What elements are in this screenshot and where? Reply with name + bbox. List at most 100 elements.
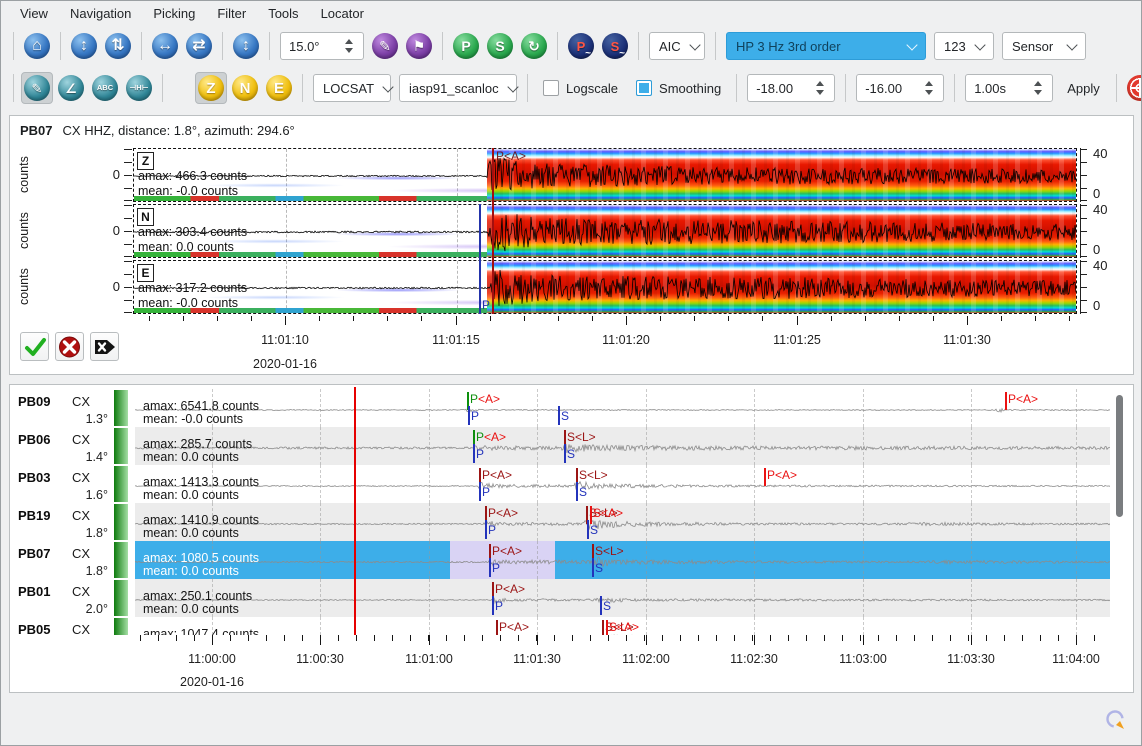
locator-combo[interactable]: LOCSAT bbox=[313, 74, 391, 102]
rotation-spinbox-steppers[interactable] bbox=[340, 39, 358, 53]
zoom-trace-z[interactable]: Zamax: 466.3 countsmean: -0.0 counts bbox=[133, 148, 1077, 202]
auto-pick-marker[interactable] bbox=[602, 620, 604, 635]
auto-pick-marker[interactable] bbox=[764, 468, 766, 486]
component-n-button[interactable]: N bbox=[229, 72, 261, 104]
manual-pick-marker[interactable] bbox=[600, 596, 602, 615]
spin-up-icon[interactable] bbox=[925, 81, 933, 86]
polarity-button[interactable]: ∠ bbox=[55, 72, 87, 104]
manual-pick-marker[interactable] bbox=[489, 558, 491, 577]
time-expand-button[interactable]: ↔ bbox=[149, 30, 181, 62]
spectrum-max-spinbox[interactable]: -16.00 bbox=[856, 74, 944, 102]
station-row-pb01[interactable]: PB01CX2.0°amax: 250.1 countsmean: 0.0 co… bbox=[10, 579, 1127, 617]
station-row-pb07[interactable]: PB07CX1.8°amax: 1080.5 countsmean: 0.0 c… bbox=[10, 541, 1127, 579]
spectrum-max-spinbox-steppers[interactable] bbox=[920, 81, 938, 95]
pick-s-button[interactable]: S bbox=[484, 30, 516, 62]
logscale-checkbox-box[interactable] bbox=[543, 80, 559, 96]
onset-method-combo[interactable]: AIC bbox=[649, 32, 705, 60]
spectrum-min-spinbox-steppers[interactable] bbox=[811, 81, 829, 95]
axis-minor-tick bbox=[896, 635, 897, 641]
station-trace[interactable]: amax: 1410.9 countsmean: 0.0 countsP<A>S… bbox=[135, 503, 1110, 541]
station-row-pb19[interactable]: PB19CX1.8°amax: 1410.9 countsmean: 0.0 c… bbox=[10, 503, 1127, 541]
commit-button[interactable] bbox=[1124, 72, 1142, 104]
picker-window: ViewNavigationPickingFilterToolsLocator … bbox=[0, 0, 1142, 746]
freq-max-label: 40 bbox=[1093, 146, 1107, 161]
station-list-scrollbar[interactable] bbox=[1116, 395, 1123, 517]
station-trace[interactable]: amax: 1413.3 countsmean: 0.0 countsP<A>S… bbox=[135, 465, 1110, 503]
spin-down-icon[interactable] bbox=[1034, 90, 1042, 95]
amplitude-fit-button[interactable]: ⇅ bbox=[102, 30, 134, 62]
flag-tool-button[interactable]: ⚑ bbox=[403, 30, 435, 62]
menu-locator[interactable]: Locator bbox=[310, 3, 375, 24]
menu-filter[interactable]: Filter bbox=[206, 3, 257, 24]
station-trace[interactable]: amax: 285.7 countsmean: 0.0 countsP<A>S<… bbox=[135, 427, 1110, 465]
station-row-pb06[interactable]: PB06CX1.4°amax: 285.7 countsmean: 0.0 co… bbox=[10, 427, 1127, 465]
component-z-button[interactable]: Z bbox=[195, 72, 227, 104]
rotation-spinbox[interactable]: 15.0° bbox=[280, 32, 364, 60]
manual-pick-marker[interactable] bbox=[468, 406, 470, 425]
auto-pick-marker[interactable] bbox=[606, 620, 608, 635]
amplitude-expand-button[interactable]: ↕ bbox=[68, 30, 100, 62]
p-pick-line[interactable] bbox=[479, 204, 481, 314]
p-waveform-button[interactable]: P~ bbox=[565, 30, 597, 62]
time-window-spinbox[interactable]: 1.00s bbox=[965, 74, 1053, 102]
manual-pick-marker[interactable] bbox=[479, 482, 481, 501]
uncertainty-button[interactable]: ⊣H⊢ bbox=[123, 72, 155, 104]
manual-pick-marker[interactable] bbox=[576, 482, 578, 501]
auto-pick-marker[interactable] bbox=[1005, 392, 1007, 410]
station-row-pb09[interactable]: PB09CX1.3°amax: 6541.8 countsmean: -0.0 … bbox=[10, 389, 1127, 427]
filter-combo[interactable]: HP 3 Hz 3rd order bbox=[726, 32, 926, 60]
station-trace[interactable]: amax: 6541.8 countsmean: -0.0 countsP<A>… bbox=[135, 389, 1110, 427]
trace-amax: amax: 1410.9 counts bbox=[143, 513, 259, 527]
spin-up-icon[interactable] bbox=[816, 81, 824, 86]
home-button[interactable]: ⌂ bbox=[21, 30, 53, 62]
axis-major-tick bbox=[754, 635, 755, 645]
logscale-checkbox[interactable]: Logscale bbox=[543, 80, 618, 96]
spin-down-icon[interactable] bbox=[816, 90, 824, 95]
pick-p-button[interactable]: P bbox=[450, 30, 482, 62]
spin-down-icon[interactable] bbox=[345, 48, 353, 53]
menu-picking[interactable]: Picking bbox=[142, 3, 206, 24]
station-trace[interactable]: amax: 250.1 countsmean: 0.0 countsP<A>PS bbox=[135, 579, 1110, 617]
manual-pick-marker[interactable] bbox=[485, 520, 487, 539]
spectrum-min-spinbox[interactable]: -18.00 bbox=[747, 74, 835, 102]
manual-pick-marker[interactable] bbox=[592, 558, 594, 577]
s-waveform-button[interactable]: S~ bbox=[599, 30, 631, 62]
component-e-button[interactable]: E bbox=[263, 72, 295, 104]
vertical-zoom-button[interactable]: ↕ bbox=[230, 30, 262, 62]
manual-pick-marker[interactable] bbox=[587, 520, 589, 539]
smoothing-checkbox[interactable]: Smoothing bbox=[636, 80, 721, 96]
y-axis-tick bbox=[124, 300, 132, 301]
relocate-button[interactable]: ↻ bbox=[518, 30, 550, 62]
menu-view[interactable]: View bbox=[9, 3, 59, 24]
confirm-pick-button[interactable] bbox=[20, 332, 49, 361]
manual-pick-marker[interactable] bbox=[564, 444, 566, 463]
spin-down-icon[interactable] bbox=[925, 90, 933, 95]
time-window-spinbox-steppers[interactable] bbox=[1029, 81, 1047, 95]
menu-tools[interactable]: Tools bbox=[257, 3, 309, 24]
smoothing-checkbox-box[interactable] bbox=[636, 80, 652, 96]
station-row-pb05[interactable]: PB05CXamax: 1047.4 countsP<A>S<L>S<A> bbox=[10, 617, 1127, 635]
reject-pick-button[interactable] bbox=[55, 332, 84, 361]
auto-pick-marker[interactable] bbox=[496, 620, 498, 635]
station-trace[interactable]: amax: 1047.4 countsP<A>S<L>S<A> bbox=[135, 617, 1110, 635]
zoom-trace-e[interactable]: Eamax: 317.2 countsmean: -0.0 counts bbox=[133, 260, 1077, 314]
apply-button[interactable]: Apply bbox=[1057, 81, 1110, 96]
manual-pick-marker[interactable] bbox=[473, 444, 475, 463]
station-trace[interactable]: amax: 1080.5 countsmean: 0.0 countsP<A>S… bbox=[135, 541, 1110, 579]
menu-navigation[interactable]: Navigation bbox=[59, 3, 142, 24]
skip-trace-button[interactable] bbox=[90, 332, 119, 361]
zoom-trace-n[interactable]: Namax: 303.4 countsmean: 0.0 counts bbox=[133, 204, 1077, 258]
sensor-combo[interactable]: Sensor bbox=[1002, 32, 1086, 60]
auto-pick-marker[interactable] bbox=[590, 506, 592, 524]
spin-up-icon[interactable] bbox=[1034, 81, 1042, 86]
manual-pick-marker[interactable] bbox=[558, 406, 560, 425]
time-fit-button[interactable]: ⇄ bbox=[183, 30, 215, 62]
phase-name-button[interactable]: ABC bbox=[89, 72, 121, 104]
manual-pick-marker[interactable] bbox=[492, 596, 494, 615]
picking-mode-button[interactable]: ✎ bbox=[21, 72, 53, 104]
pencil-tool-button[interactable]: ✎ bbox=[369, 30, 401, 62]
spin-up-icon[interactable] bbox=[345, 39, 353, 44]
station-row-pb03[interactable]: PB03CX1.6°amax: 1413.3 countsmean: 0.0 c… bbox=[10, 465, 1127, 503]
profile-combo[interactable]: iasp91_scanloc bbox=[399, 74, 517, 102]
amplitude-type-combo[interactable]: 123 bbox=[934, 32, 994, 60]
